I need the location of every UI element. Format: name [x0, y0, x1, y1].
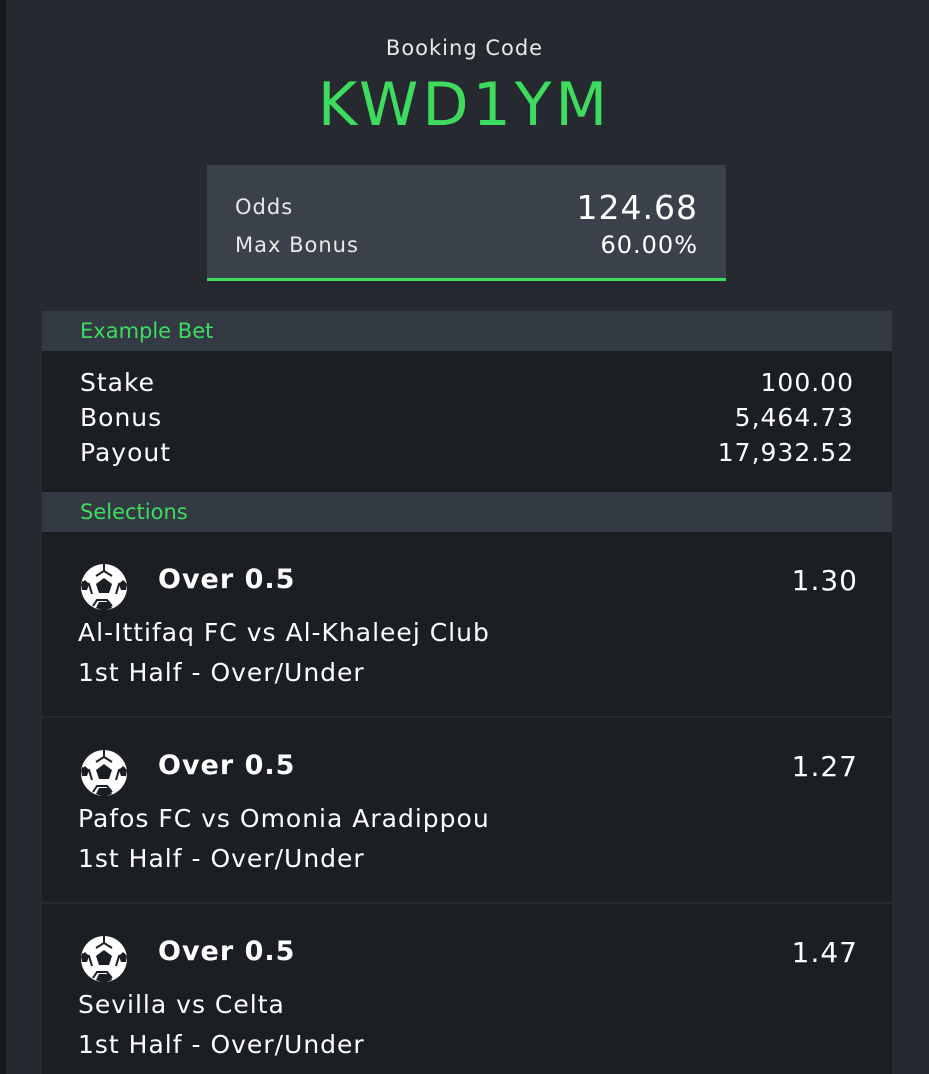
soccer-ball-icon [81, 750, 127, 797]
selection-match: Pafos FC vs Omonia Aradippou [78, 804, 490, 833]
selection-odds: 1.30 [791, 564, 858, 597]
selection-item[interactable]: Over 0.5 1.30 Al-Ittifaq FC vs Al-Khalee… [42, 532, 892, 716]
selection-odds: 1.47 [791, 936, 858, 969]
bonus-label: Bonus [80, 403, 163, 432]
payout-row: Payout 17,932.52 [80, 435, 854, 470]
soccer-ball-icon [81, 936, 127, 983]
selection-pick: Over 0.5 [158, 750, 296, 781]
stake-label: Stake [80, 368, 155, 397]
odds-row: Odds 124.68 [235, 187, 698, 227]
stake-row: Stake 100.00 [80, 365, 854, 400]
booking-code-label: Booking Code [385, 36, 544, 60]
selection-market: 1st Half - Over/Under [78, 1030, 365, 1059]
selection-item[interactable]: Over 0.5 1.47 Sevilla vs Celta 1st Half … [42, 904, 892, 1074]
selection-item[interactable]: Over 0.5 1.27 Pafos FC vs Omonia Aradipp… [42, 718, 892, 902]
total-odds-value: 124.68 [576, 187, 698, 227]
selection-market: 1st Half - Over/Under [78, 844, 365, 873]
booking-code-value[interactable]: KWD1YM [0, 70, 929, 140]
soccer-ball-icon [81, 564, 127, 611]
max-bonus-value: 60.00% [600, 231, 698, 259]
odds-label: Odds [235, 195, 294, 219]
max-bonus-label: Max Bonus [235, 233, 359, 257]
selection-market: 1st Half - Over/Under [78, 658, 365, 687]
selection-odds: 1.27 [791, 750, 858, 783]
selection-pick: Over 0.5 [158, 936, 296, 967]
odds-summary-box: Odds 124.68 Max Bonus 60.00% [207, 165, 726, 281]
max-bonus-row: Max Bonus 60.00% [235, 229, 698, 261]
selection-match: Al-Ittifaq FC vs Al-Khaleej Club [78, 618, 490, 647]
selection-pick: Over 0.5 [158, 564, 296, 595]
payout-label: Payout [80, 438, 172, 467]
bonus-value: 5,464.73 [734, 403, 854, 432]
example-bet-header: Example Bet [42, 311, 892, 351]
selection-match: Sevilla vs Celta [78, 990, 285, 1019]
left-edge-divider [0, 0, 6, 1074]
stake-value: 100.00 [760, 368, 854, 397]
bonus-row: Bonus 5,464.73 [80, 400, 854, 435]
payout-value: 17,932.52 [717, 438, 854, 467]
example-bet-panel: Stake 100.00 Bonus 5,464.73 Payout 17,93… [42, 351, 892, 492]
selections-header: Selections [42, 492, 892, 532]
